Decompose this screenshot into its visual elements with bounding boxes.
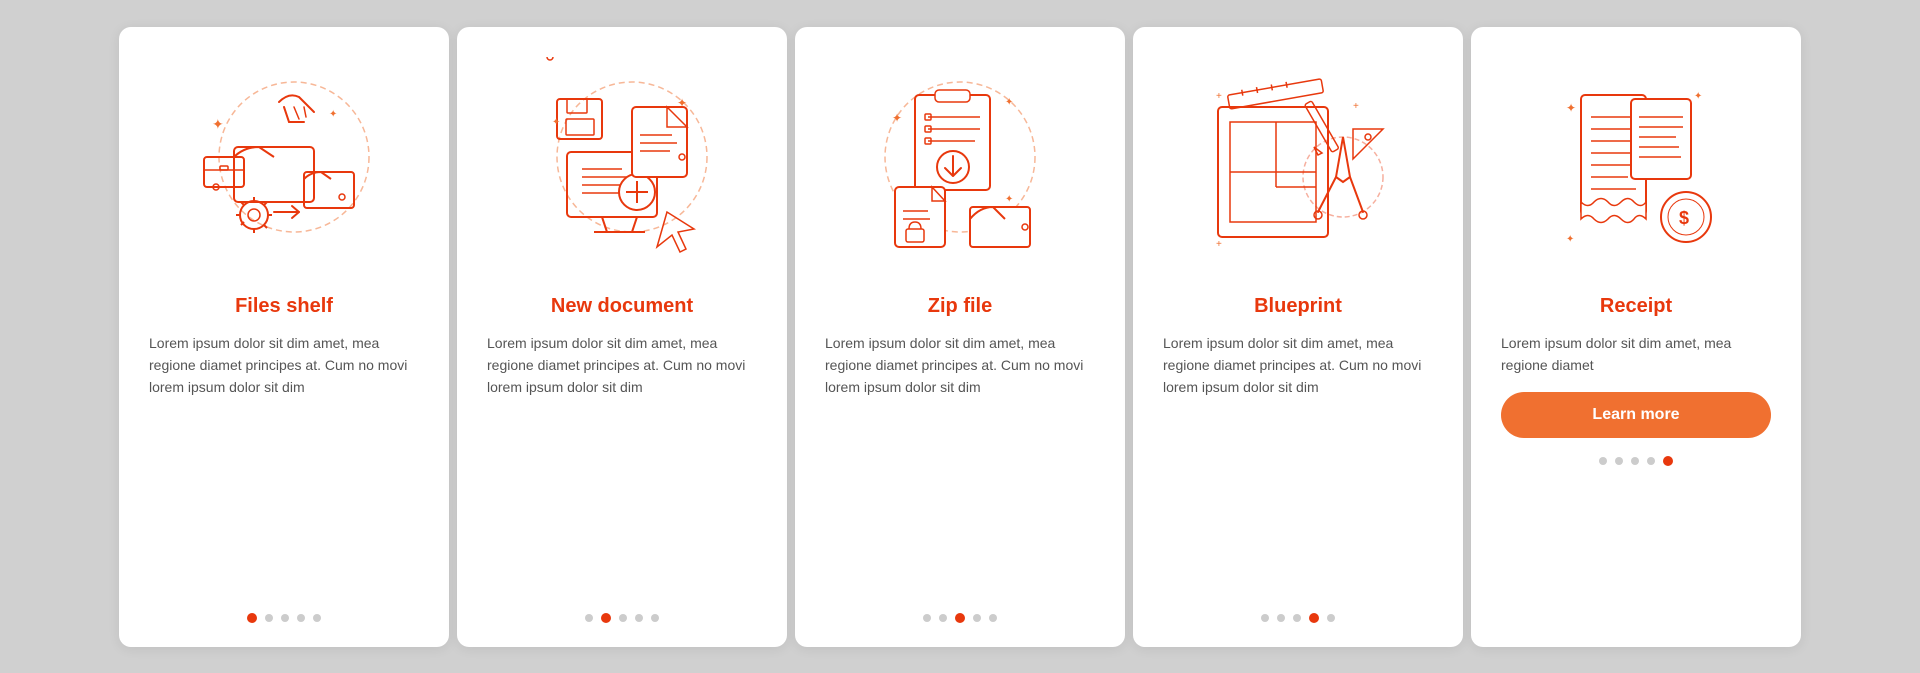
- dot-3[interactable]: [297, 614, 305, 622]
- card-files-shelf-dots: [247, 613, 321, 623]
- svg-text:+: +: [1216, 91, 1222, 102]
- svg-text:✦: ✦: [1005, 97, 1013, 108]
- card-files-shelf-title: Files shelf: [235, 295, 333, 318]
- zip-file-illustration: ✦ ✦ ✦: [850, 57, 1070, 277]
- dot-0[interactable]: [923, 614, 931, 622]
- dot-2[interactable]: [1631, 457, 1639, 465]
- card-blueprint-title: Blueprint: [1254, 295, 1342, 318]
- dot-0[interactable]: [247, 613, 257, 623]
- dot-1[interactable]: [1277, 614, 1285, 622]
- dot-4[interactable]: [989, 614, 997, 622]
- files-shelf-illustration: ✦ ✦: [174, 57, 394, 277]
- card-files-shelf: ✦ ✦ Files shelf Lorem ipsum dolor sit di…: [119, 27, 449, 647]
- svg-text:✦: ✦: [212, 116, 224, 132]
- svg-text:✦: ✦: [892, 111, 902, 125]
- card-zip-file: ✦ ✦ ✦ Zip file Lorem ipsum dolor sit dim…: [795, 27, 1125, 647]
- card-new-document-body: Lorem ipsum dolor sit dim amet, mea regi…: [487, 332, 757, 595]
- dot-0[interactable]: [585, 614, 593, 622]
- card-zip-file-title: Zip file: [928, 295, 992, 318]
- card-blueprint: + + + Blueprint Lorem ipsum dolor sit di…: [1133, 27, 1463, 647]
- dot-3[interactable]: [1309, 613, 1319, 623]
- dot-4[interactable]: [313, 614, 321, 622]
- svg-text:✦: ✦: [1566, 234, 1574, 245]
- card-receipt-body: Lorem ipsum dolor sit dim amet, mea regi…: [1501, 332, 1771, 377]
- svg-text:+: +: [1216, 239, 1222, 250]
- svg-text:✦: ✦: [1694, 91, 1702, 102]
- dot-2[interactable]: [955, 613, 965, 623]
- dot-0[interactable]: [1261, 614, 1269, 622]
- dot-4[interactable]: [1327, 614, 1335, 622]
- svg-text:✦: ✦: [1005, 194, 1013, 205]
- card-receipt-dots: [1599, 456, 1673, 466]
- card-new-document-dots: [585, 613, 659, 623]
- dot-2[interactable]: [281, 614, 289, 622]
- card-receipt: $ ✦ ✦ ✦ Receipt Lorem ipsum dolor sit di…: [1471, 27, 1801, 647]
- dot-3[interactable]: [635, 614, 643, 622]
- dot-3[interactable]: [1647, 457, 1655, 465]
- dot-1[interactable]: [601, 613, 611, 623]
- dot-4[interactable]: [1663, 456, 1673, 466]
- card-blueprint-dots: [1261, 613, 1335, 623]
- svg-text:+: +: [1353, 101, 1359, 112]
- dot-4[interactable]: [651, 614, 659, 622]
- dot-3[interactable]: [973, 614, 981, 622]
- card-blueprint-body: Lorem ipsum dolor sit dim amet, mea regi…: [1163, 332, 1433, 595]
- card-zip-file-body: Lorem ipsum dolor sit dim amet, mea regi…: [825, 332, 1095, 595]
- dot-1[interactable]: [939, 614, 947, 622]
- svg-text:✦: ✦: [552, 117, 560, 128]
- dot-0[interactable]: [1599, 457, 1607, 465]
- cards-container: ✦ ✦ Files shelf Lorem ipsum dolor sit di…: [99, 7, 1821, 667]
- card-new-document-title: New document: [551, 295, 693, 318]
- card-files-shelf-body: Lorem ipsum dolor sit dim amet, mea regi…: [149, 332, 419, 595]
- receipt-illustration: $ ✦ ✦ ✦: [1526, 57, 1746, 277]
- dot-1[interactable]: [1615, 457, 1623, 465]
- svg-text:✦: ✦: [1566, 101, 1576, 115]
- dot-2[interactable]: [619, 614, 627, 622]
- dot-2[interactable]: [1293, 614, 1301, 622]
- new-document-illustration: ✦ ✦: [512, 57, 732, 277]
- learn-more-button[interactable]: Learn more: [1501, 392, 1771, 438]
- card-zip-file-dots: [923, 613, 997, 623]
- card-receipt-title: Receipt: [1600, 295, 1672, 318]
- card-new-document: ✦ ✦ New document Lorem ipsum dolor sit d…: [457, 27, 787, 647]
- dot-1[interactable]: [265, 614, 273, 622]
- blueprint-illustration: + + +: [1188, 57, 1408, 277]
- svg-text:✦: ✦: [677, 96, 687, 110]
- svg-text:✦: ✦: [329, 109, 337, 120]
- svg-text:$: $: [1679, 208, 1689, 228]
